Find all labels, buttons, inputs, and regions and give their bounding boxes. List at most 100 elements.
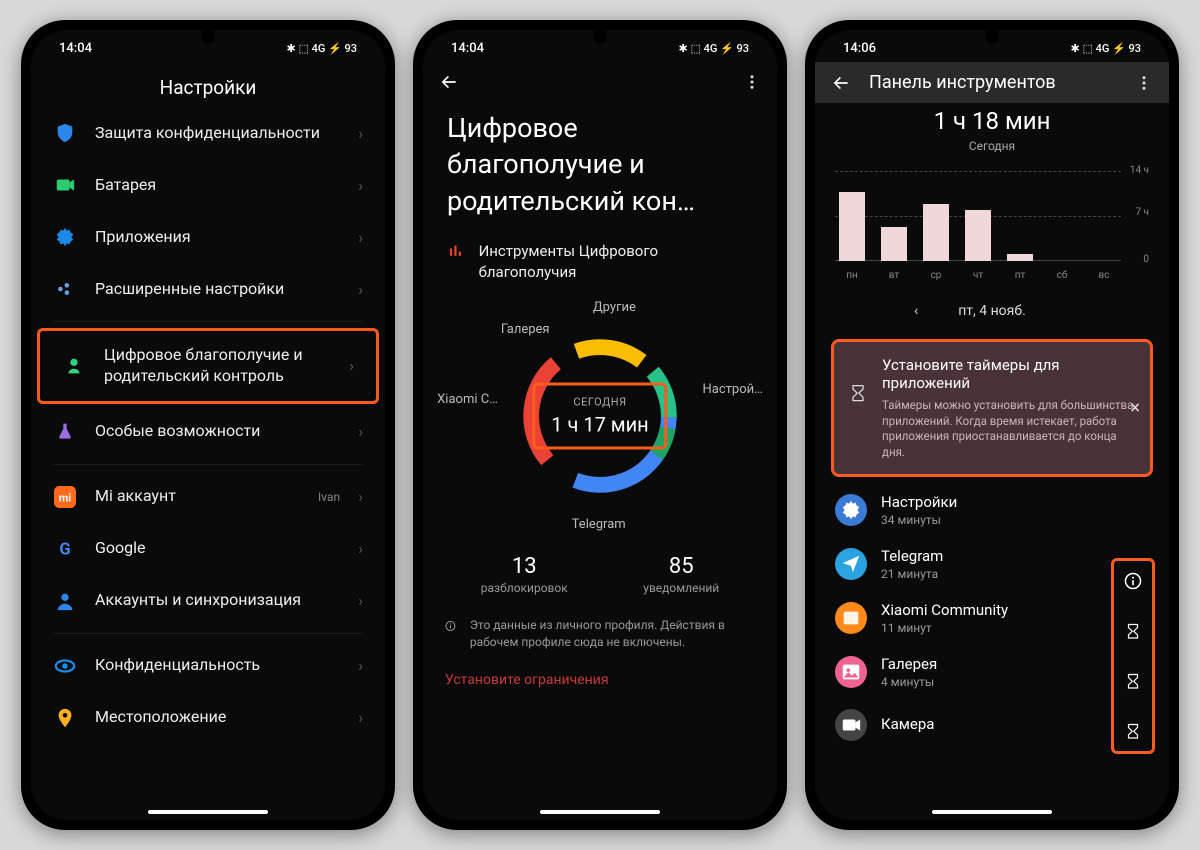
xc-icon <box>835 602 867 634</box>
back-icon[interactable] <box>439 72 459 92</box>
home-indicator[interactable] <box>148 810 268 814</box>
page-title: Цифровое благополучие и родительский кон… <box>423 102 777 227</box>
x-tick: пн <box>839 270 865 281</box>
app-time: 4 минуты <box>881 675 1149 689</box>
chevron-right-icon: › <box>358 487 363 506</box>
close-icon[interactable]: × <box>1130 398 1140 419</box>
status-indicators: ✱ ⬚ 4G ⚡ 93 <box>1071 42 1142 55</box>
plane-icon <box>835 548 867 580</box>
status-indicators: ✱ ⬚ 4G ⚡ 93 <box>679 42 750 55</box>
notch <box>201 30 215 44</box>
gallery-icon <box>835 656 867 688</box>
home-indicator[interactable] <box>540 810 660 814</box>
timer-buttons-highlight <box>1111 558 1155 754</box>
chevron-right-icon: › <box>358 656 363 675</box>
notch <box>985 30 999 44</box>
hourglass-icon[interactable] <box>1124 623 1142 641</box>
hourglass-icon <box>848 384 868 404</box>
dots-icon <box>53 277 77 301</box>
settings-item[interactable]: Батарея › <box>31 159 385 211</box>
chevron-right-icon: › <box>358 708 363 727</box>
flask-icon <box>53 420 77 444</box>
screen-dashboard: 14:06 ✱ ⬚ 4G ⚡ 93 Панель инструментов 1 … <box>815 30 1169 820</box>
set-limits-link[interactable]: Установите ограничения <box>423 658 777 688</box>
tip-body: Таймеры можно установить для большинства… <box>882 398 1136 460</box>
app-row[interactable]: Настройки 34 минуты <box>815 483 1169 537</box>
more-icon[interactable] <box>743 73 761 91</box>
settings-item[interactable]: mi Mi аккаунт Ivan › <box>31 471 385 523</box>
page-title: Настройки <box>31 62 385 107</box>
donut-chart[interactable]: Другие Галерея Xiaomi C… Telegram Настро… <box>423 286 777 546</box>
phone-frame-1: 14:04 ✱ ⬚ 4G ⚡ 93 Настройки Защита конфи… <box>21 20 395 830</box>
divider <box>53 633 363 634</box>
prev-day-icon[interactable]: ‹ <box>914 303 918 319</box>
chevron-right-icon: › <box>349 356 354 375</box>
total-sub: Сегодня <box>815 139 1169 153</box>
x-tick: ср <box>923 270 949 281</box>
app-time: 21 минута <box>881 567 1149 581</box>
chart-bar[interactable] <box>881 227 907 261</box>
status-indicators: ✱ ⬚ 4G ⚡ 93 <box>287 42 358 55</box>
seg-label: Другие <box>593 300 636 315</box>
home-indicator[interactable] <box>932 810 1052 814</box>
x-tick: чт <box>965 270 991 281</box>
settings-item[interactable]: G Google › <box>31 523 385 575</box>
info-text: Это данные из личного профиля. Действия … <box>470 617 755 651</box>
chevron-right-icon: › <box>358 591 363 610</box>
divider <box>53 321 363 322</box>
settings-item[interactable]: Расширенные настройки › <box>31 263 385 315</box>
x-tick: вс <box>1091 270 1117 281</box>
screen-settings: 14:04 ✱ ⬚ 4G ⚡ 93 Настройки Защита конфи… <box>31 30 385 820</box>
mi-icon: mi <box>53 485 77 509</box>
settings-item[interactable]: Местоположение › <box>31 692 385 744</box>
tools-section: Инструменты Цифрового благополучия <box>423 227 777 286</box>
app-name: Камера <box>881 715 1149 733</box>
info-icon[interactable] <box>1123 571 1143 591</box>
settings-item[interactable]: Приложения › <box>31 211 385 263</box>
gear-icon <box>835 494 867 526</box>
page-title: Панель инструментов <box>869 72 1117 93</box>
chart-bar[interactable] <box>839 192 865 261</box>
total-time: 1 ч 18 мин <box>815 103 1169 135</box>
y-tick: 0 <box>1143 254 1149 265</box>
pin-icon <box>53 706 77 730</box>
item-value: Ivan <box>318 490 340 504</box>
settings-item[interactable]: Защита конфиденциальности › <box>31 107 385 159</box>
settings-item-accessibility[interactable]: Особые возможности › <box>31 406 385 458</box>
phone-frame-2: 14:04 ✱ ⬚ 4G ⚡ 93 Цифровое благополучие … <box>413 20 787 830</box>
heart-person-icon <box>62 354 86 378</box>
seg-label: Галерея <box>501 322 550 337</box>
stat-unlocks[interactable]: 13 разблокировок <box>481 554 568 595</box>
status-time: 14:04 <box>451 41 484 56</box>
donut-center-highlight: СЕГОДНЯ 1 ч 17 мин <box>532 382 667 449</box>
phone-frame-3: 14:06 ✱ ⬚ 4G ⚡ 93 Панель инструментов 1 … <box>805 20 1179 830</box>
section-label: Инструменты Цифрового благополучия <box>479 241 753 282</box>
seg-label: Настрой… <box>703 382 763 397</box>
chart-bar[interactable] <box>965 210 991 261</box>
status-time: 14:04 <box>59 41 92 56</box>
notch <box>593 30 607 44</box>
x-tick: вт <box>881 270 907 281</box>
item-label: Защита конфиденциальности <box>95 123 340 144</box>
item-label: Google <box>95 538 340 559</box>
stats-row: 13 разблокировок 85 уведомлений <box>423 546 777 609</box>
settings-item-wellbeing[interactable]: Цифровое благополучие и родительский кон… <box>40 331 376 401</box>
more-icon[interactable] <box>1135 74 1153 92</box>
highlight-digital-wellbeing: Цифровое благополучие и родительский кон… <box>37 328 379 404</box>
hourglass-icon[interactable] <box>1124 723 1142 741</box>
stat-notifications[interactable]: 85 уведомлений <box>643 554 719 595</box>
shield-icon <box>53 121 77 145</box>
item-label: Особые возможности <box>95 421 340 442</box>
chart-bar[interactable] <box>1007 254 1033 261</box>
app-name: Xiaomi Community <box>881 601 1149 619</box>
info-note: Это данные из личного профиля. Действия … <box>423 609 777 659</box>
chevron-right-icon: › <box>358 124 363 143</box>
back-icon[interactable] <box>831 73 851 93</box>
settings-item[interactable]: Аккаунты и синхронизация › <box>31 575 385 627</box>
item-label: Аккаунты и синхронизация <box>95 590 340 611</box>
settings-item[interactable]: Конфиденциальность › <box>31 640 385 692</box>
hourglass-icon[interactable] <box>1124 673 1142 691</box>
usage-bar-chart[interactable]: 14 ч 7 ч 0 пнвтсрчтптсбвс <box>835 171 1149 281</box>
app-time: 34 минуты <box>881 513 1149 527</box>
chart-bar[interactable] <box>923 204 949 261</box>
